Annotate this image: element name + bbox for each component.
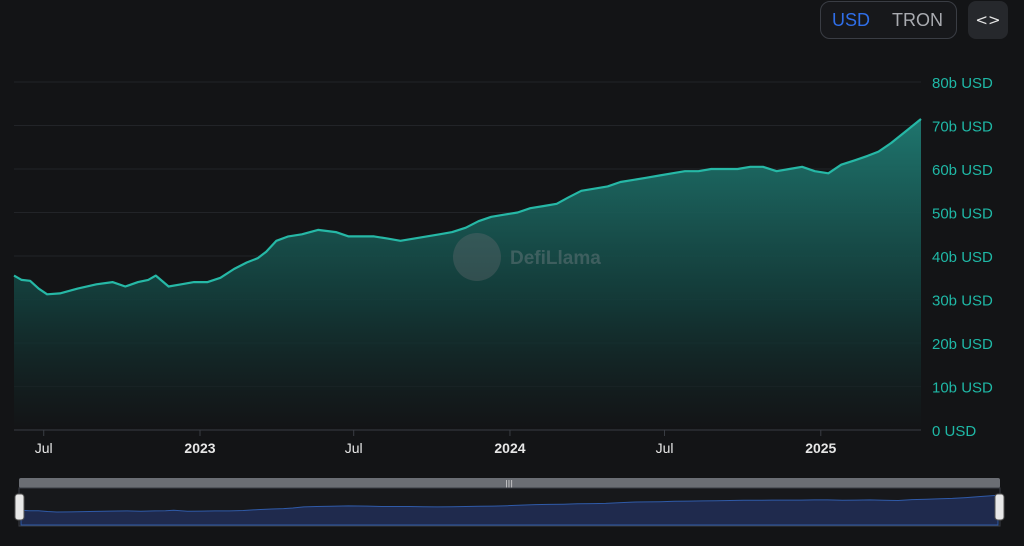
x-tick-label: Jul xyxy=(35,440,53,456)
y-tick-label: 80b USD xyxy=(932,75,993,92)
x-tick-label: 2023 xyxy=(184,440,215,456)
brush-handle-left[interactable] xyxy=(14,493,25,521)
x-tick-label: 2025 xyxy=(805,440,836,456)
x-tick-label: Jul xyxy=(345,440,363,456)
llama-logo-icon xyxy=(453,233,501,281)
y-tick-label: 60b USD xyxy=(932,162,993,179)
brush-handle-right[interactable] xyxy=(994,493,1005,521)
x-tick-label: Jul xyxy=(656,440,674,456)
brush-grip-icon[interactable]: ||| xyxy=(505,479,513,488)
y-tick-label: 30b USD xyxy=(932,293,993,310)
range-brush[interactable]: ||| xyxy=(14,478,1005,527)
y-tick-label: 0 USD xyxy=(932,423,976,440)
y-axis: 0 USD 10b USD 20b USD 30b USD 40b USD 50b USD… xyxy=(932,75,993,440)
y-tick-label: 50b USD xyxy=(932,206,993,223)
watermark-text: DefiLlama xyxy=(510,248,601,269)
y-tick-label: 20b USD xyxy=(932,336,993,353)
y-tick-label: 70b USD xyxy=(932,119,993,136)
x-tick-label: 2024 xyxy=(494,440,525,456)
y-tick-label: 40b USD xyxy=(932,249,993,266)
tvl-chart: DefiLlama 0 USD 10b USD 20b USD 30b USD 40b … xyxy=(13,75,1005,527)
x-axis: Jul 2023 Jul 2024 Jul 2025 xyxy=(35,430,837,456)
y-tick-label: 10b USD xyxy=(932,380,993,397)
